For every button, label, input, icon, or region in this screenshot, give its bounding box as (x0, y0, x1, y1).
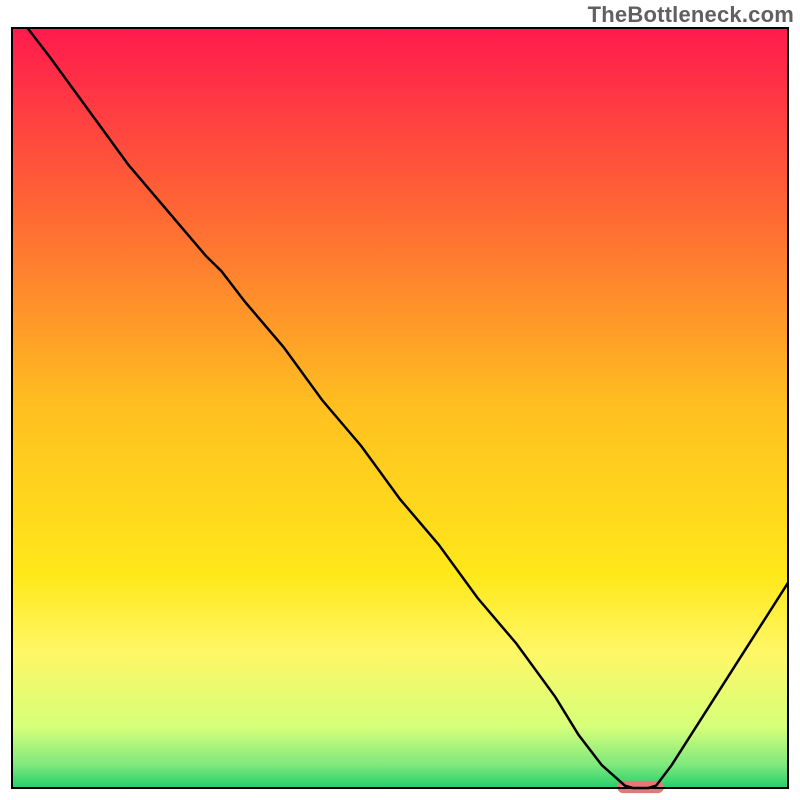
watermark-text: TheBottleneck.com (588, 2, 794, 28)
bottleneck-plot (0, 0, 800, 800)
chart-container: TheBottleneck.com (0, 0, 800, 800)
gradient-background (12, 28, 788, 788)
